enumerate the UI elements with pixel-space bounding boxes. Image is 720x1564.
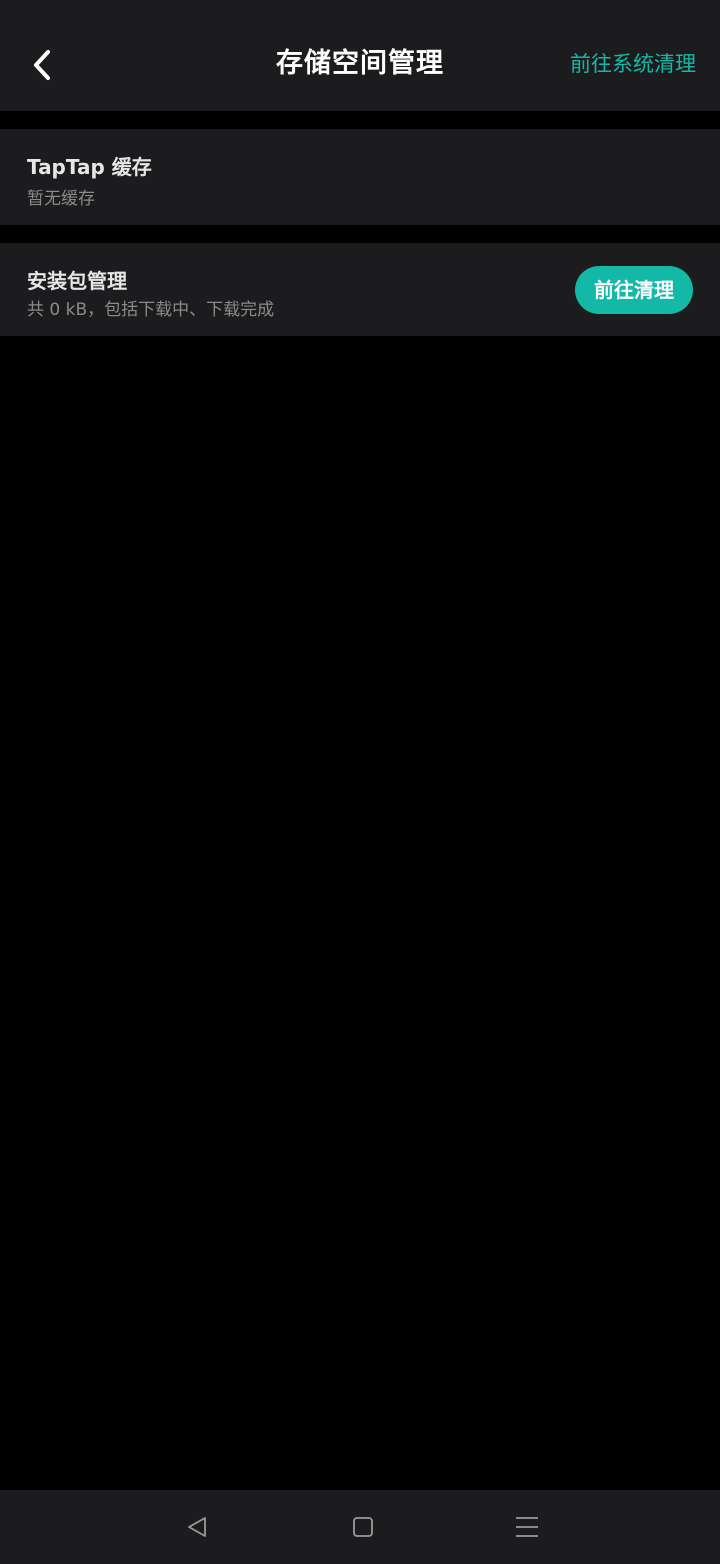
square-home-icon (353, 1517, 373, 1537)
nav-menu-button[interactable] (512, 1512, 542, 1542)
apk-subtitle: 共 0 kB，包括下载中、下载完成 (27, 300, 275, 320)
apk-management-card: 安装包管理 共 0 kB，包括下载中、下载完成 前往清理 (0, 243, 720, 336)
triangle-back-icon (188, 1517, 206, 1537)
go-system-clean-link[interactable]: 前往系统清理 (570, 46, 696, 82)
hamburger-menu-icon (516, 1517, 538, 1537)
system-navigation-bar (0, 1490, 720, 1564)
apk-title: 安装包管理 (27, 269, 127, 293)
storage-management-page: 存储空间管理 前往系统清理 TapTap 缓存 暂无缓存 安装包管理 共 0 k… (0, 0, 720, 1564)
taptap-cache-card: TapTap 缓存 暂无缓存 (0, 129, 720, 225)
nav-back-button[interactable] (182, 1512, 212, 1542)
cache-subtitle: 暂无缓存 (27, 189, 95, 209)
cache-title: TapTap 缓存 (27, 155, 152, 179)
go-clean-button[interactable]: 前往清理 (575, 266, 693, 314)
nav-home-button[interactable] (348, 1512, 378, 1542)
